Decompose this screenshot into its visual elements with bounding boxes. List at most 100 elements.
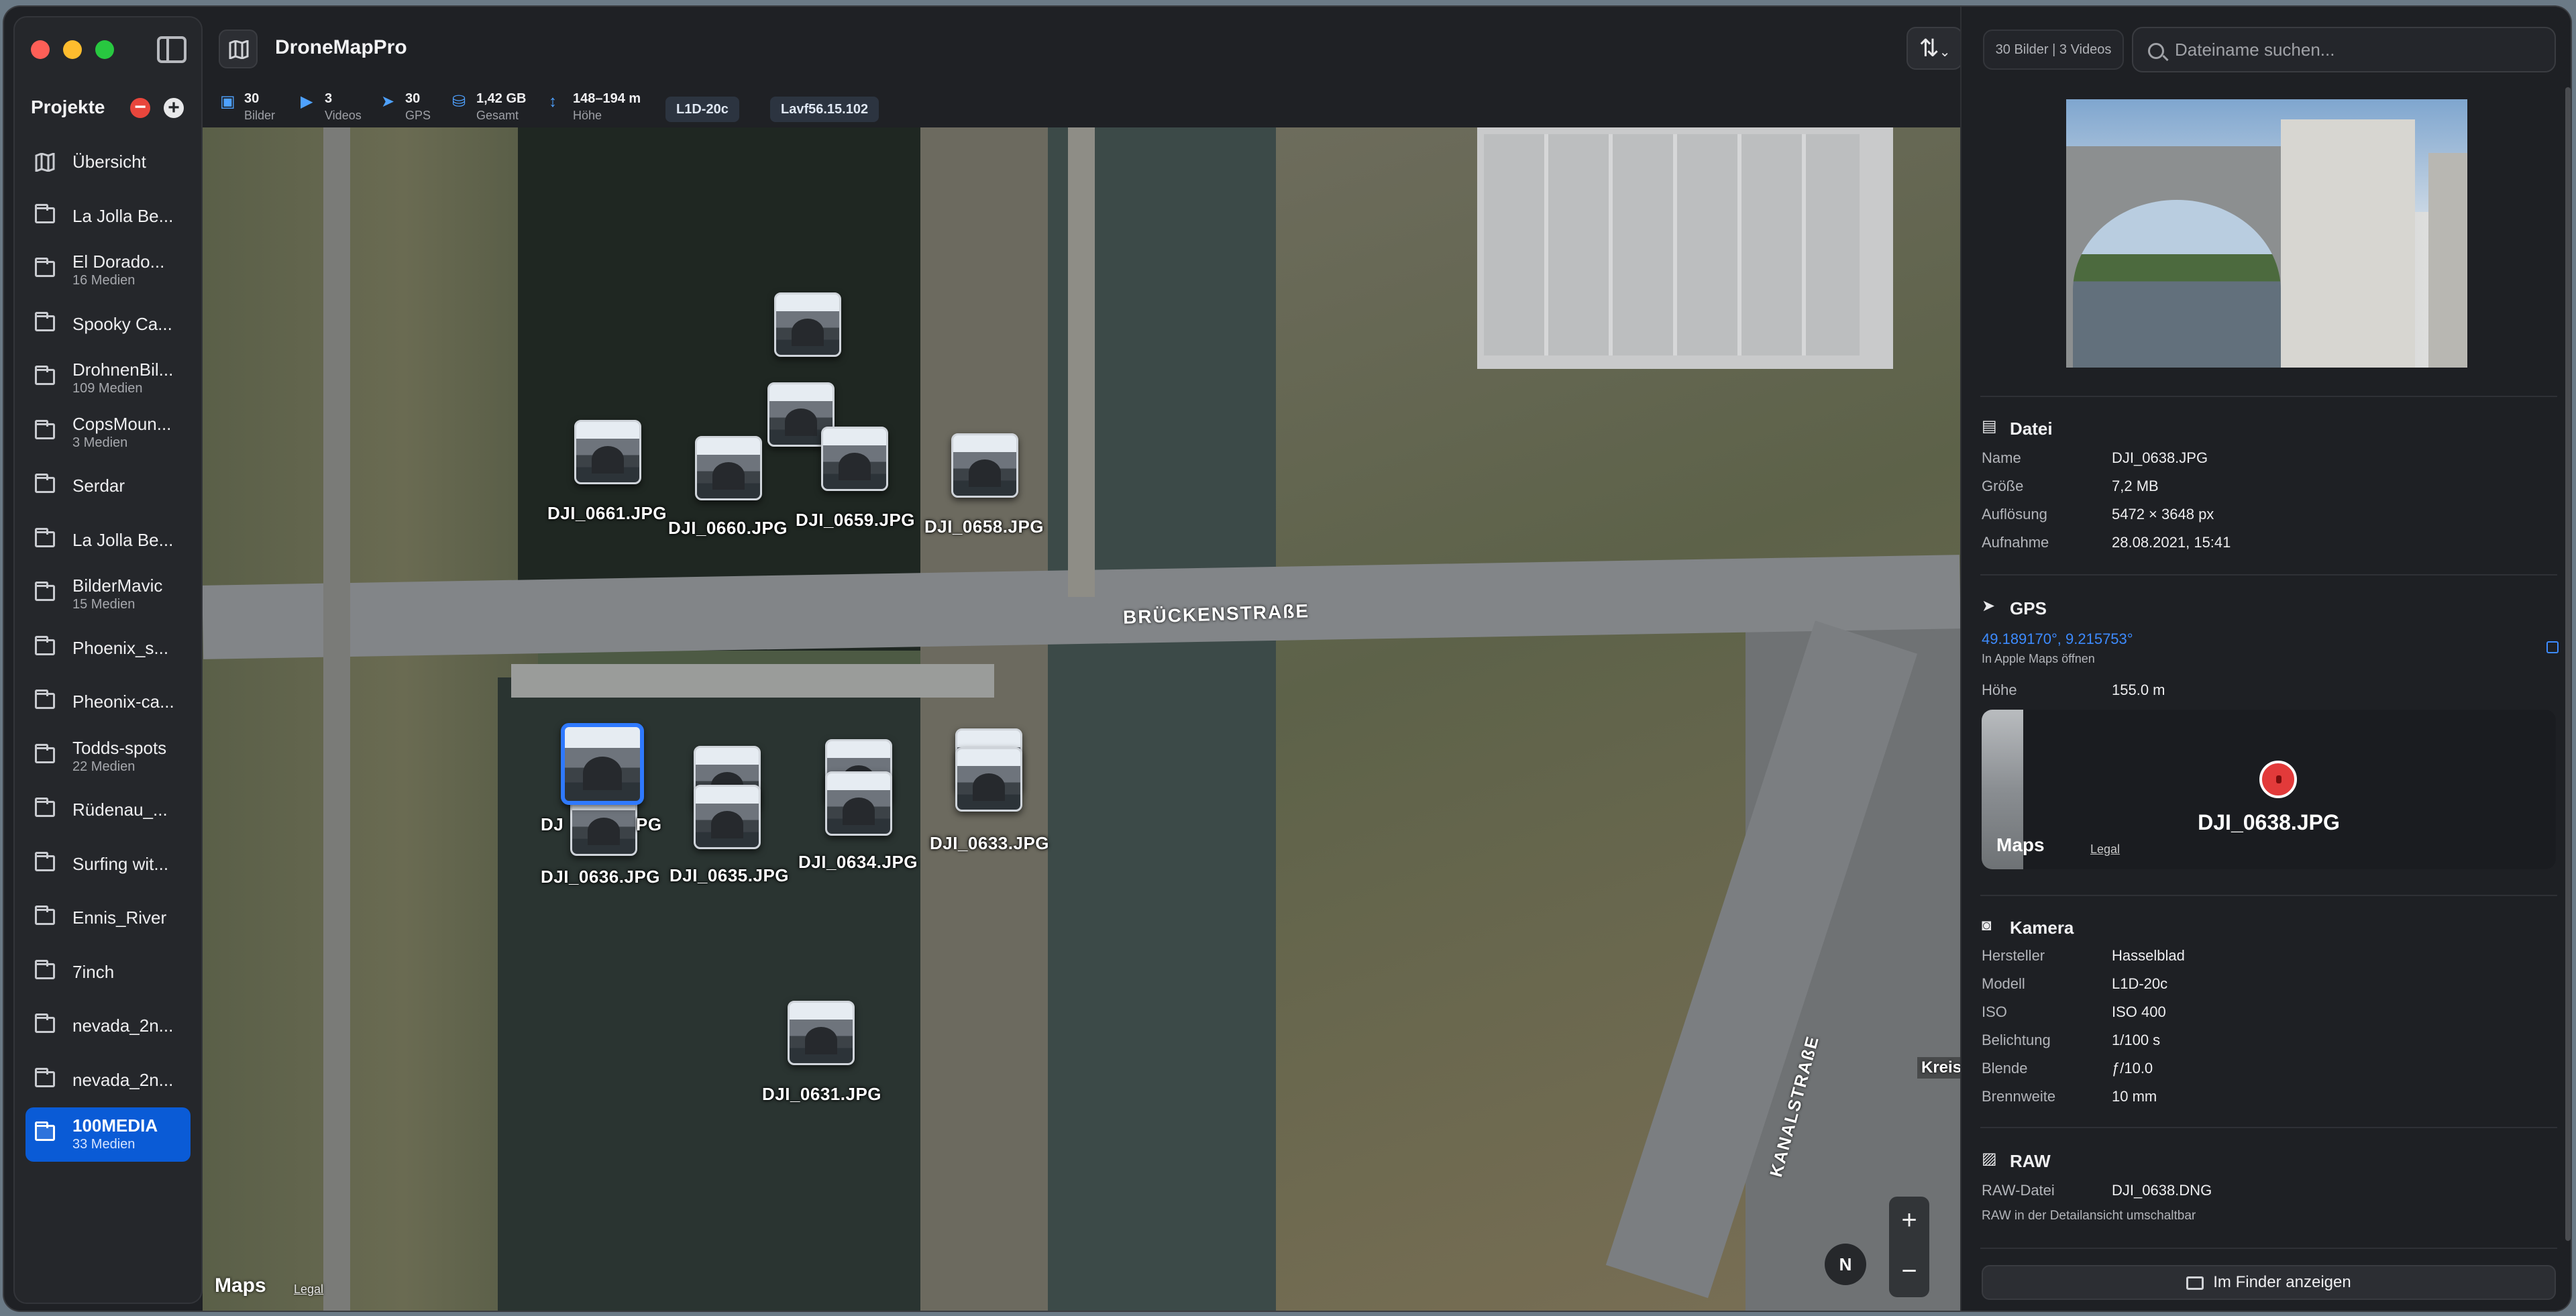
zoom-control: + −	[1889, 1197, 1929, 1297]
sidebar-item-project[interactable]: DrohnenBil... 109 Medien	[25, 351, 191, 406]
photo-label[interactable]: DJI_0633.JPG	[930, 833, 1049, 854]
show-in-finder-button[interactable]: Im Finder anzeigen	[1982, 1265, 2556, 1300]
sidebar-item-project[interactable]: La Jolla Be...	[25, 514, 191, 568]
photo-label[interactable]: DJI_0661.JPG	[547, 503, 667, 524]
folder-icon	[35, 258, 55, 277]
divider	[1980, 1127, 2557, 1128]
legal-link[interactable]: Legal	[294, 1282, 323, 1297]
sidebar-item-label: nevada_2n...	[72, 1016, 174, 1036]
sidebar-item-project[interactable]: El Dorado... 16 Medien	[25, 243, 191, 298]
folder-icon	[35, 798, 55, 817]
close-window-button[interactable]	[31, 40, 50, 59]
stat-label: GPS	[405, 109, 431, 122]
search-field[interactable]	[2132, 27, 2556, 72]
photo-marker[interactable]	[694, 785, 761, 849]
photo-label[interactable]: DJI_0659.JPG	[796, 510, 915, 531]
maximize-window-button[interactable]	[95, 40, 114, 59]
section-title-file: Datei	[2010, 419, 2053, 439]
folder-icon	[35, 203, 55, 223]
photo-preview[interactable]	[2066, 99, 2467, 368]
place-label: Kreis	[1917, 1057, 1960, 1079]
sidebar-item-count: 22 Medien	[72, 759, 136, 774]
sidebar-item-project[interactable]: Ennis_River	[25, 891, 191, 946]
camera-model-chip[interactable]: L1D-20c	[665, 97, 739, 122]
remove-project-button[interactable]: −	[130, 97, 150, 118]
detail-panel: 30 Bilder | 3 Videos ▤ Datei Name DJI_06…	[1960, 7, 2571, 1311]
field-value: Hasselblad	[2112, 947, 2185, 964]
photo-label-partial[interactable]: DJ	[541, 814, 564, 835]
section-title-gps: GPS	[2010, 598, 2047, 618]
search-input[interactable]	[2175, 28, 2551, 71]
sidebar-item-project[interactable]: BilderMavic 15 Medien	[25, 567, 191, 622]
field-value: 1/100 s	[2112, 1032, 2161, 1048]
photo-marker[interactable]	[825, 771, 892, 836]
photo-label[interactable]: DJI_0634.JPG	[798, 852, 918, 873]
photo-label[interactable]: DJI_0636.JPG	[541, 867, 660, 887]
add-project-button[interactable]: +	[164, 98, 184, 118]
warehouse-roof-panels	[1484, 134, 1860, 355]
sidebar-item-project[interactable]: Pheonix-ca...	[25, 675, 191, 730]
photo-marker[interactable]	[788, 1001, 855, 1065]
gps-coordinates-link[interactable]: 49.189170°, 9.215753°	[1982, 630, 2133, 648]
photo-marker[interactable]	[574, 420, 641, 484]
raw-image-icon: ▨	[1982, 1150, 1997, 1168]
finder-button-label: Im Finder anzeigen	[2213, 1273, 2351, 1291]
sidebar-item-overview[interactable]: Übersicht	[25, 135, 191, 190]
scrollbar[interactable]	[2565, 87, 2571, 1241]
folder-icon	[35, 635, 55, 655]
folder-icon	[35, 851, 55, 871]
folder-icon	[35, 1013, 55, 1033]
stat-value: 1,42 GB	[476, 91, 527, 106]
encoder-chip[interactable]: Lavf56.15.102	[770, 97, 879, 122]
sidebar-item-project[interactable]: Phoenix_s...	[25, 622, 191, 676]
zoom-in-button[interactable]: +	[1889, 1203, 1929, 1237]
apple-maps-logo: Maps	[1996, 834, 2045, 856]
photo-marker[interactable]	[821, 427, 888, 491]
sidebar-item-count: 16 Medien	[72, 273, 136, 288]
sidebar-item-project[interactable]: Rüdenau_...	[25, 783, 191, 838]
sidebar-item-project[interactable]: 7inch	[25, 946, 191, 1000]
photo-marker[interactable]	[951, 433, 1018, 498]
open-in-apple-maps-link[interactable]: In Apple Maps öffnen	[1982, 652, 2095, 666]
sidebar-item-project-selected[interactable]: 100MEDIA 33 Medien	[25, 1107, 191, 1162]
stat-label: Videos	[325, 109, 362, 122]
sidebar-toggle-icon[interactable]	[157, 36, 186, 63]
sidebar-item-project[interactable]: nevada_2n...	[25, 1054, 191, 1108]
sidebar-item-project[interactable]: Serdar	[25, 459, 191, 514]
sidebar-item-project[interactable]: La Jolla Be...	[25, 190, 191, 244]
folder-icon	[35, 959, 55, 979]
zoom-out-button[interactable]: −	[1889, 1254, 1929, 1288]
maps-logo-text: Maps	[1996, 834, 2045, 855]
stat-label: Gesamt	[476, 109, 519, 122]
photo-label[interactable]: DJI_0660.JPG	[668, 518, 788, 539]
height-arrows-icon: ↕	[549, 93, 557, 111]
selected-photo-marker[interactable]	[561, 723, 644, 805]
satellite-map[interactable]: BRÜCKENSTRAßE KANALSTRAßE Kreis DJI_0661…	[203, 127, 1960, 1311]
location-minimap[interactable]: DJI_0638.JPG Maps Legal	[1982, 710, 2556, 869]
photo-label[interactable]: DJI_0635.JPG	[669, 865, 789, 886]
road-left-vertical	[323, 127, 350, 1311]
sidebar-item-project[interactable]: Todds-spots 22 Medien	[25, 730, 191, 784]
external-link-icon[interactable]	[2546, 641, 2559, 653]
photo-marker[interactable]	[955, 747, 1022, 812]
sidebar-item-project[interactable]: nevada_2n...	[25, 999, 191, 1054]
sidebar-item-project[interactable]: Spooky Ca...	[25, 298, 191, 352]
photo-label[interactable]: DJI_0658.JPG	[924, 516, 1044, 537]
photo-marker[interactable]	[695, 436, 762, 500]
minimize-window-button[interactable]	[63, 40, 82, 59]
search-icon	[2148, 43, 2164, 59]
compass-button[interactable]: N	[1825, 1244, 1866, 1285]
sidebar-item-project[interactable]: Surfing wit...	[25, 838, 191, 892]
photo-marker[interactable]	[774, 292, 841, 357]
sidebar-item-label: BilderMavic	[72, 575, 163, 596]
sort-menu-button[interactable]: ⇅⌄	[1907, 27, 1963, 70]
sidebar-item-label: La Jolla Be...	[72, 529, 174, 550]
photo-label[interactable]: DJI_0631.JPG	[762, 1084, 881, 1105]
photo-label-partial[interactable]: PG	[636, 814, 662, 835]
legal-link[interactable]: Legal	[2090, 842, 2120, 857]
sidebar-item-label: Rüdenau_...	[72, 800, 168, 820]
sidebar-item-count: 15 Medien	[72, 597, 136, 612]
folder-icon	[35, 1121, 55, 1141]
sidebar-item-project[interactable]: CopsMoun... 3 Medien	[25, 406, 191, 460]
field-label: Hersteller	[1982, 947, 2045, 964]
